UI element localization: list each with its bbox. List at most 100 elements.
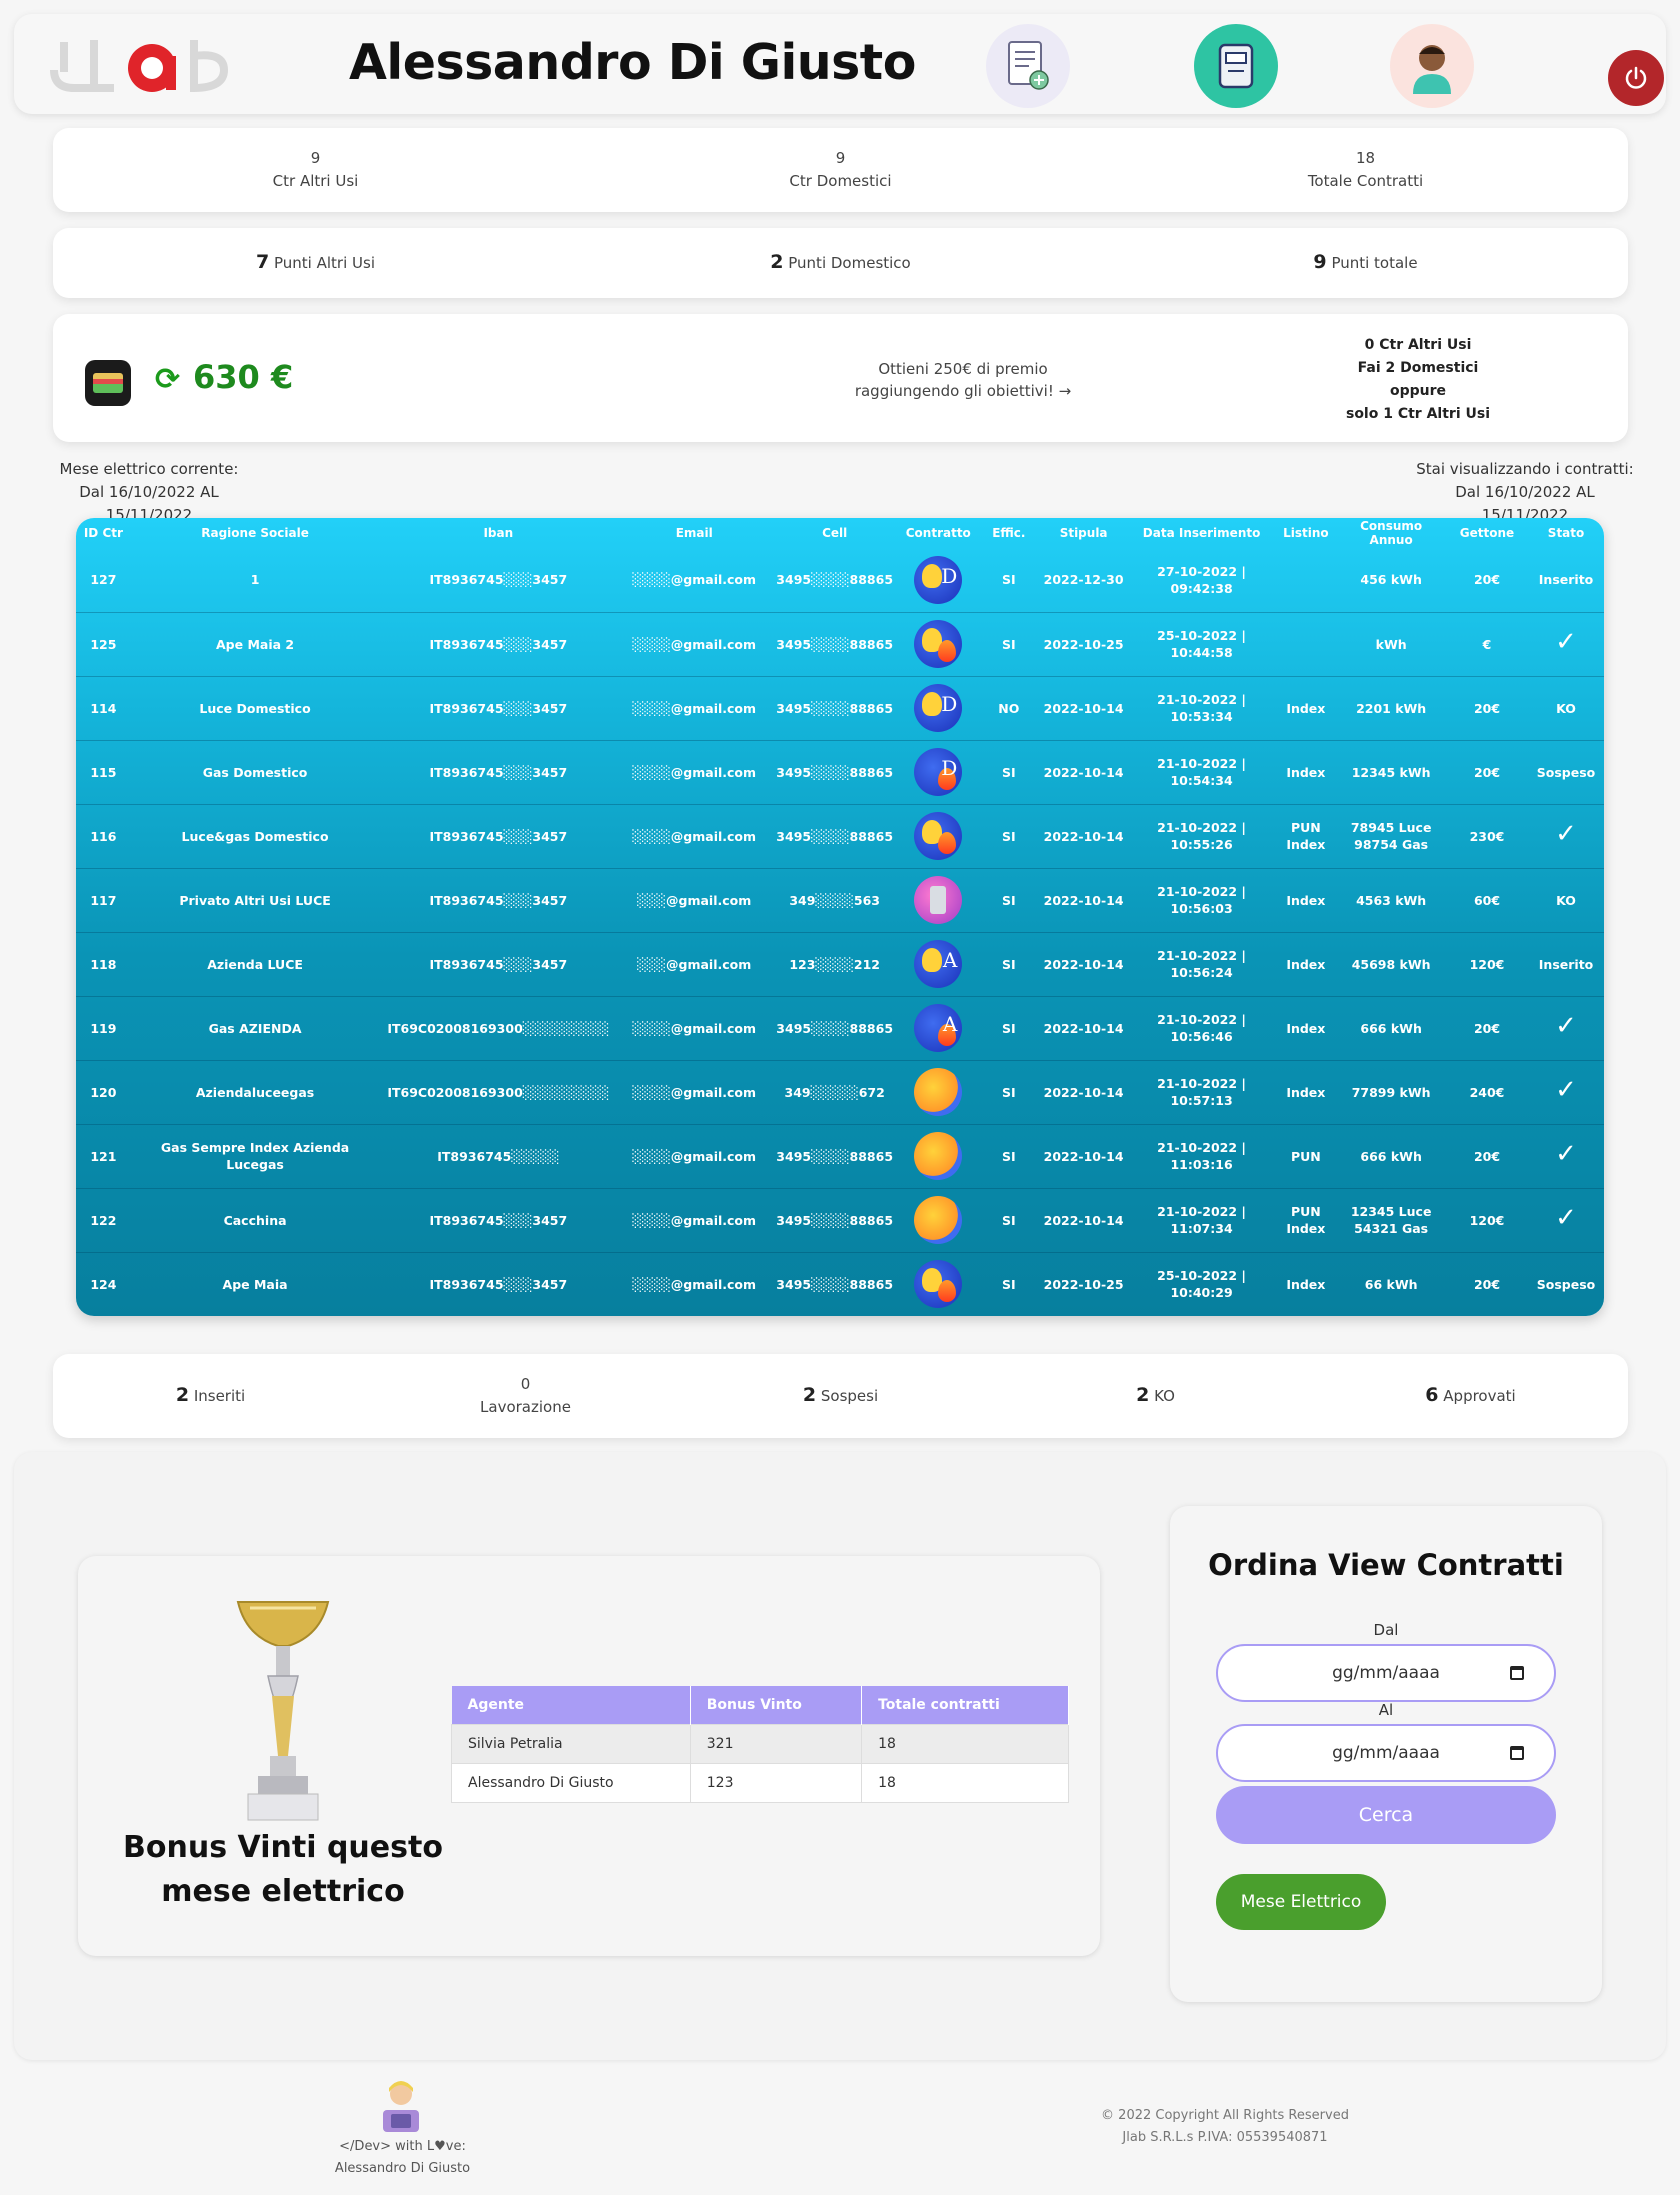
cell-listino: Index (1275, 868, 1337, 933)
table-header-row: ID Ctr Ragione Sociale Iban Email Cell Contra… (76, 518, 1604, 548)
cell-data: 21-10-2022 | 10:56:24 (1127, 932, 1276, 997)
cell-iban: IT8936745░░░3457 (379, 548, 618, 613)
contract-row[interactable]: 124 Ape Maia IT8936745░░░3457 ░░░░@gmail.co… (76, 1252, 1604, 1316)
contract-row[interactable]: 114 Luce Domestico IT8936745░░░3457 ░░░░@gm… (76, 676, 1604, 741)
current-month-label: Mese elettrico corrente: Dal 16/10/2022 … (44, 458, 254, 527)
cell-consumo: 66 kWh (1364, 1276, 1418, 1292)
status-sospesi[interactable]: 2 Sospesi (683, 1384, 998, 1408)
cell-email: ░░░░@gmail.com (617, 1188, 772, 1253)
cell-data: 21-10-2022 | 10:56:03 (1127, 868, 1276, 933)
contract-row[interactable]: 117 Privato Altri Usi LUCE IT8936745░░░345… (76, 868, 1604, 933)
light-bulb-icon: D (914, 684, 963, 732)
cell-effic: NO (978, 676, 1040, 741)
cell-id: 118 (76, 932, 131, 997)
contracts-table: ID Ctr Ragione Sociale Iban Email Cell Contra… (76, 518, 1604, 1316)
contract-row[interactable]: 118 Azienda LUCE IT8936745░░░3457 ░░░@gmail… (76, 932, 1604, 997)
copyright-line: Jlab S.R.L.s P.IVA: 05539540871 (1122, 2130, 1328, 2145)
points-label: Punti Domestico (788, 254, 911, 272)
contract-row[interactable]: 122 Cacchina IT8936745░░░3457 ░░░░@gmail.co… (76, 1188, 1604, 1253)
trophy-icon (236, 1601, 330, 1821)
energy-icon (914, 1068, 963, 1116)
from-date-input[interactable]: gg/mm/aaaa (1216, 1644, 1556, 1702)
cell-listino: Index (1275, 996, 1337, 1061)
energy-icon (914, 1132, 963, 1180)
stat-value: 9 (835, 149, 846, 167)
cell-effic: SI (978, 1188, 1040, 1253)
goal-line: oppure (1389, 383, 1447, 399)
date-placeholder: gg/mm/aaaa (1332, 1743, 1440, 1763)
light-bulb-icon: D (914, 555, 963, 604)
energy-icon (914, 1196, 963, 1244)
cell-cell: 349░░░░░672 (771, 1060, 899, 1125)
cell-email: ░░░@gmail.com (617, 932, 772, 997)
contract-row[interactable]: 115 Gas Domestico IT8936745░░░3457 ░░░░@gma… (76, 740, 1604, 805)
electric-month-button[interactable]: Mese Elettrico (1216, 1874, 1386, 1930)
contract-row[interactable]: 121 Gas Sempre Index Azienda Lucegas IT893… (76, 1124, 1604, 1189)
cell-email: ░░░░@gmail.com (617, 612, 772, 677)
cell-email: ░░░░@gmail.com (617, 1124, 772, 1189)
promo-text[interactable]: Ottieni 250€ di premio raggiungendo gli … (813, 358, 1113, 402)
cell-listino: PUN Index (1275, 804, 1337, 869)
cell-cell: 3495░░░░88865 (771, 548, 899, 613)
cell-consumo: 78945 Luce 98754 Gas (1336, 804, 1446, 869)
jlab-logo[interactable] (34, 30, 234, 100)
cell-ragione: 1 (130, 548, 380, 613)
cell-data: 25-10-2022 | 10:44:58 (1127, 612, 1276, 677)
cell-effic: SI (978, 804, 1040, 869)
cell-consumo: 77899 kWh (1336, 1060, 1446, 1125)
cell-consumo: 4563 kWh (1336, 868, 1446, 933)
contract-row[interactable]: 116 Luce&gas Domestico IT8936745░░░3457 ░░░… (76, 804, 1604, 869)
status-approvati[interactable]: 6 Approvati (1313, 1384, 1628, 1408)
stat-totale: 18 Totale Contratti (1103, 147, 1628, 193)
refresh-icon[interactable]: ⟳ (155, 362, 180, 397)
to-date-input[interactable]: gg/mm/aaaa (1216, 1724, 1556, 1782)
points-label: Punti Altri Usi (274, 254, 375, 272)
cell-consumo: 2201 kWh (1336, 676, 1446, 741)
cell-consumo: 666 kWh (1336, 1124, 1446, 1189)
approved-check-icon: ✓ (1528, 1060, 1604, 1125)
points-totale: 9 Punti totale (1103, 251, 1628, 275)
new-contract-icon[interactable] (986, 24, 1070, 108)
cell-data: 21-10-2022 | 10:56:46 (1127, 996, 1276, 1061)
cell-cell: 3495░░░░88865 (771, 676, 899, 741)
cell-id: 115 (76, 740, 131, 805)
search-button[interactable]: Cerca (1216, 1786, 1556, 1844)
status-lavorazione[interactable]: 0 Lavorazione (368, 1373, 683, 1419)
stat-domestici: 9 Ctr Domestici (578, 147, 1103, 193)
cell-iban: IT69C02008169300░░░░░░░░░ (379, 1060, 618, 1125)
developer-avatar-icon (383, 2081, 419, 2132)
cell-id: 124 (90, 1276, 117, 1292)
cell-id: 114 (76, 676, 131, 741)
cell-gettone: 20€ (1445, 548, 1529, 613)
cell-email: ░░░░@gmail.com (617, 996, 772, 1061)
calendar-icon[interactable] (1510, 1746, 1524, 1760)
cell-data: 21-10-2022 | 11:07:34 (1127, 1188, 1276, 1253)
user-avatar-icon[interactable] (1390, 24, 1474, 108)
cell-cell: 3495░░░░88865 (771, 612, 899, 677)
check-icon: ✓ (1555, 819, 1577, 849)
status-inseriti[interactable]: 2 Inseriti (53, 1384, 368, 1408)
contract-row[interactable]: 127 1 IT8936745░░░3457 ░░░░@gmail.com 3495░░… (76, 548, 1604, 613)
to-label: Al (1378, 1701, 1394, 1719)
contract-row[interactable]: 125 Ape Maia 2 IT8936745░░░3457 ░░░░@gmail.… (76, 612, 1604, 677)
meter-icon (914, 876, 963, 924)
contract-row[interactable]: 120 Aziendaluceegas IT69C02008169300░░░░░░… (76, 1060, 1604, 1125)
status-ko[interactable]: 2 KO (998, 1384, 1313, 1408)
cell-effic: SI (978, 1060, 1040, 1125)
cell-effic: SI (1002, 1276, 1016, 1292)
cell-iban: IT8936745░░░3457 (379, 868, 618, 933)
contract-row[interactable]: 119 Gas AZIENDA IT69C02008169300░░░░░░░░░ ░… (76, 996, 1604, 1061)
stat-label: Ctr Domestici (789, 172, 892, 190)
cell-id: 127 (76, 548, 131, 613)
meter-icon[interactable] (1194, 24, 1278, 108)
bonus-cell: 18 (861, 1723, 1069, 1764)
gas-flame-icon: D (914, 748, 963, 796)
calendar-icon[interactable] (1510, 1666, 1524, 1680)
logout-power-button[interactable] (1608, 50, 1664, 106)
cell-stipula: 2022-12-30 (1039, 548, 1128, 613)
cell-consumo: 12345 kWh (1336, 740, 1446, 805)
viewing-period-label: Stai visualizzando i contratti: Dal 16/1… (1410, 458, 1640, 527)
check-icon: ✓ (1555, 1139, 1577, 1169)
check-icon: ✓ (1555, 627, 1577, 657)
column-header: Email (675, 526, 713, 540)
